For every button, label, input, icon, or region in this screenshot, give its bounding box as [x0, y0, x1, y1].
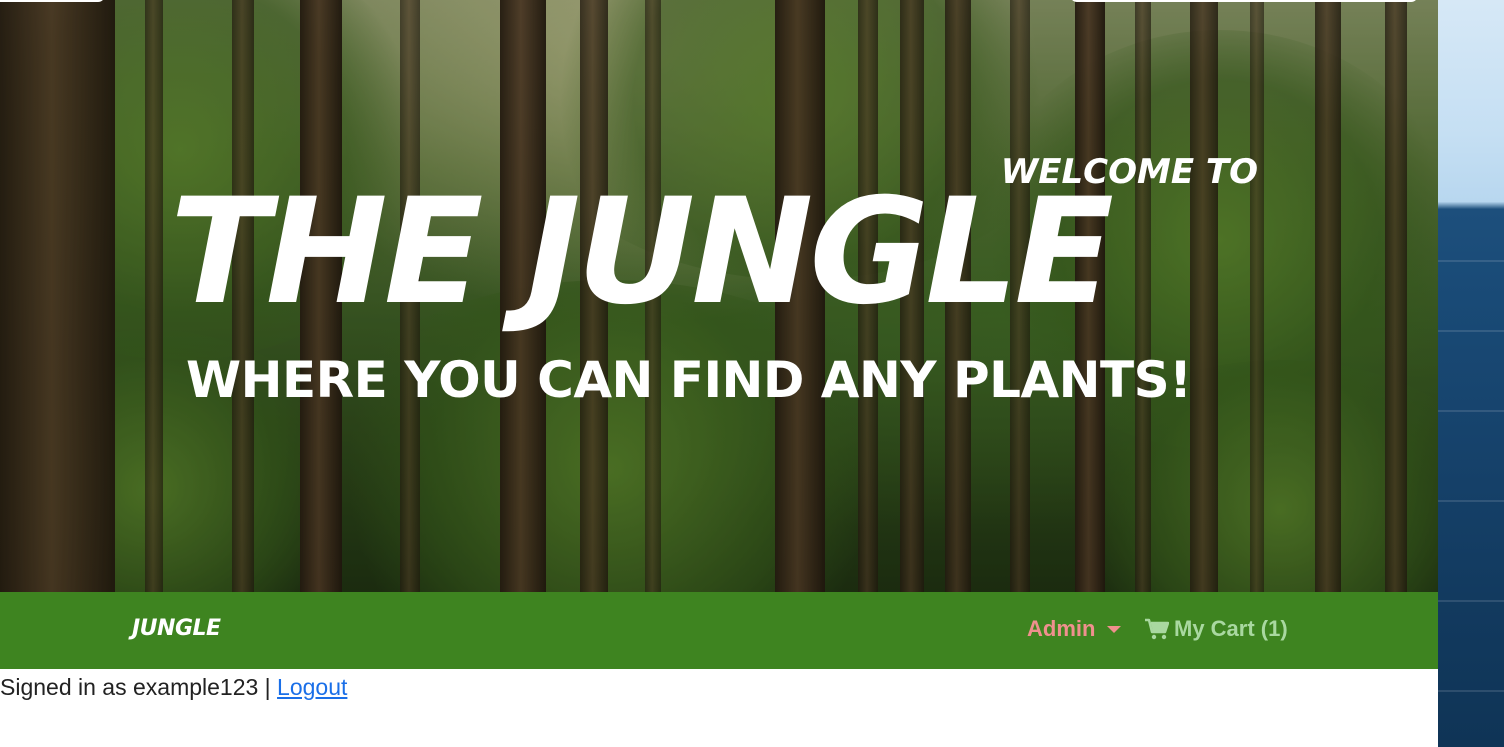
admin-label: Admin [1027, 616, 1096, 641]
hero-banner: WELCOME TO THE JUNGLE WHERE YOU CAN FIND… [0, 0, 1438, 592]
logout-link[interactable]: Logout [277, 674, 347, 700]
hero-title: THE JUNGLE [170, 167, 1114, 337]
shopping-cart-icon [1145, 618, 1169, 640]
my-cart-link[interactable]: My Cart (1) [1145, 616, 1288, 642]
desktop-wallpaper [1438, 0, 1504, 747]
signed-in-text: Signed in as example123 | [0, 674, 271, 700]
browser-viewport: WELCOME TO THE JUNGLE WHERE YOU CAN FIND… [0, 0, 1438, 747]
session-status: Signed in as example123 | Logout [0, 674, 347, 701]
caret-down-icon [1107, 625, 1122, 633]
my-cart-label: My Cart (1) [1174, 616, 1288, 641]
admin-dropdown[interactable]: Admin [1027, 616, 1122, 642]
main-navbar: JUNGLE Admin My Cart (1) [0, 592, 1438, 669]
hero-tagline: WHERE YOU CAN FIND ANY PLANTS! [186, 351, 1192, 409]
top-left-tab-edge [0, 0, 105, 2]
top-right-search-edge [1070, 0, 1418, 2]
brand-link[interactable]: JUNGLE [132, 616, 221, 641]
